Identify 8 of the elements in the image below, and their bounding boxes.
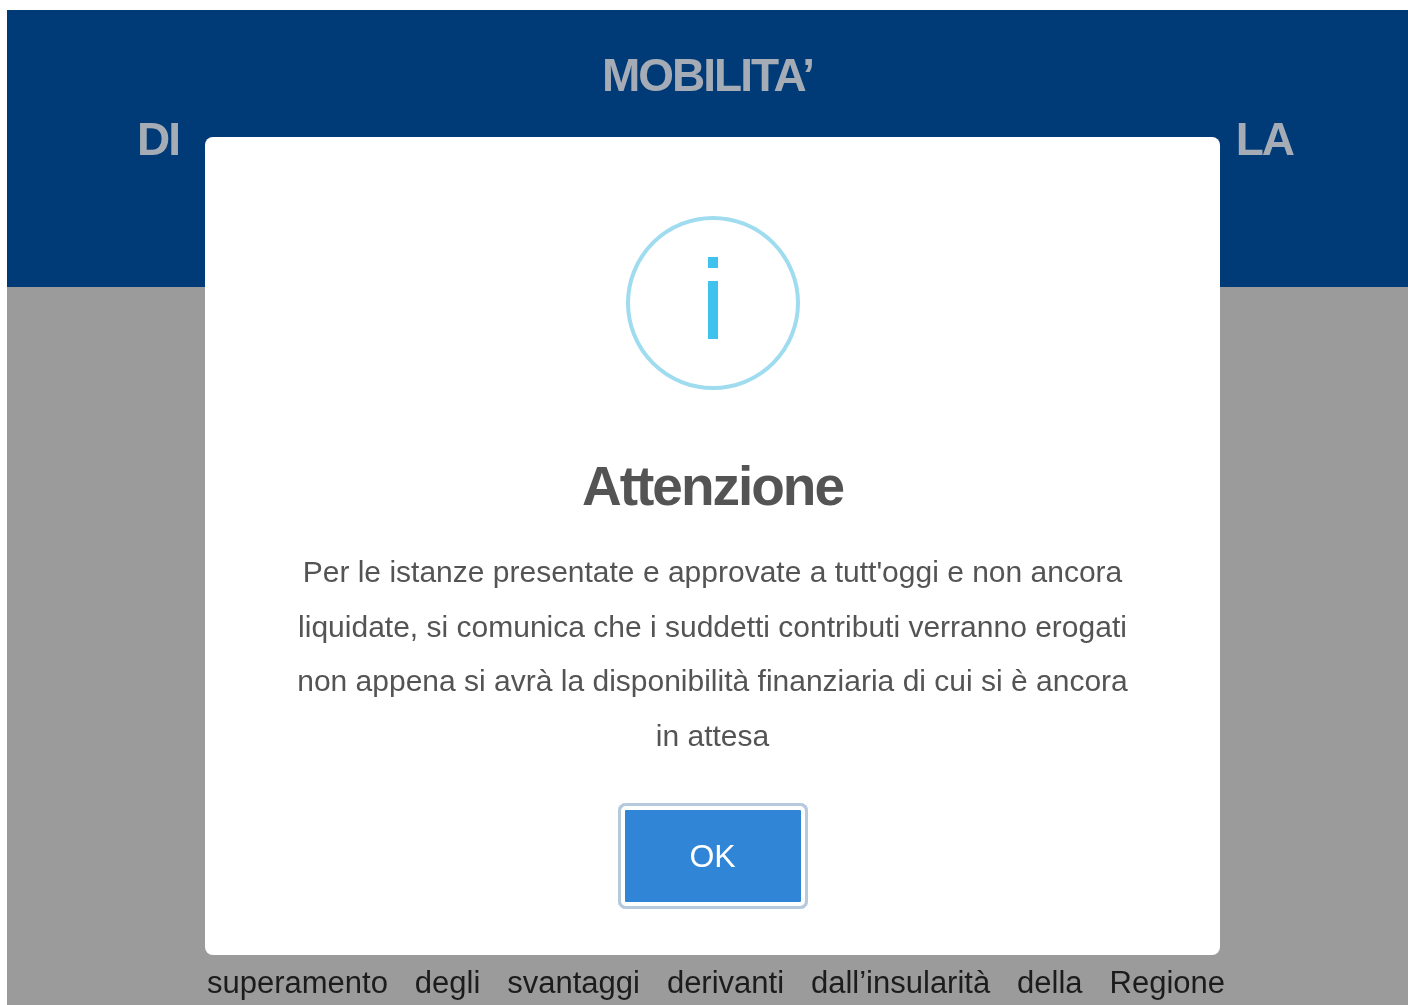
- header-title-fragment: DI: [137, 112, 179, 167]
- dialog-title: Attenzione: [581, 454, 844, 519]
- body-paragraph: superamento degli svantaggi derivanti dall’insularità della Regione: [207, 964, 1225, 1002]
- ok-button[interactable]: OK: [617, 803, 808, 909]
- dialog-message: Per le istanze presentate e approvate a tutt'oggi e non ancora liquidate, si comunica che i suddetti contributi verranno erogati non appena si avrà la disponibilità finanziaria di cui si è ancora in attesa: [296, 554, 1129, 754]
- info-icon: [624, 215, 801, 391]
- header-title-fragment: LA: [1235, 112, 1293, 167]
- header-title: MOBILITA’: [601, 48, 814, 103]
